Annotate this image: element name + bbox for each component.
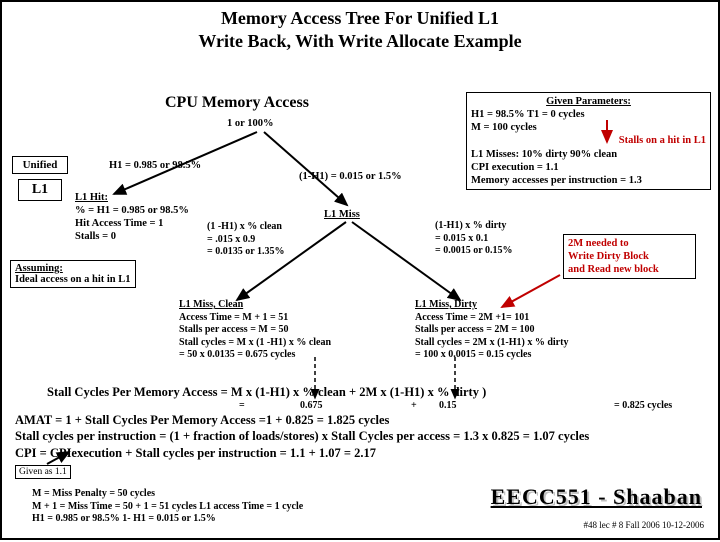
calc-l3: Stall cycles per instruction = (1 + frac…	[15, 428, 589, 444]
miss-dirty-l4: = 100 x 0.0015 = 0.15 cycles	[415, 349, 568, 362]
assuming-box: Assuming: Ideal access on a hit in L1	[10, 260, 136, 288]
calc-res: = 0.825 cycles	[614, 400, 672, 413]
parameters-box: Given Parameters: H1 = 98.5% T1 = 0 cycl…	[466, 92, 711, 190]
miss-dirty-title: L1 Miss, Dirty	[415, 299, 568, 312]
footer-title: EECC551 - Shaaban	[491, 484, 702, 510]
assuming-l2: Ideal access on a hit in L1	[15, 274, 131, 285]
note-2m-box: 2M needed to Write Dirty Block and Read …	[563, 234, 696, 279]
fn-l3: H1 = 0.985 or 98.5% 1- H1 = 0.015 or 1.5…	[32, 513, 303, 526]
calc-l1a: Stall Cycles Per Memory Access = M x (1-…	[47, 384, 486, 400]
miss-dirty-l2: Stalls per access = 2M = 100	[415, 324, 568, 337]
miss-clean-l1: Access Time = M + 1 = 51	[179, 312, 331, 325]
calc-l2: AMAT = 1 + Stall Cycles Per Memory Acces…	[15, 412, 589, 428]
calc-rest: AMAT = 1 + Stall Cycles Per Memory Acces…	[15, 412, 589, 461]
clean-p2: = .015 x 0.9	[207, 234, 284, 247]
miss-clean-block: L1 Miss, Clean Access Time = M + 1 = 51 …	[179, 299, 331, 362]
dirty-branch: (1-H1) x % dirty = 0.015 x 0.1 = 0.0015 …	[435, 220, 512, 258]
miss-clean-l2: Stalls per access = M = 50	[179, 324, 331, 337]
calc-eq: =	[239, 400, 245, 413]
params-mapi: Memory accesses per instruction = 1.3	[471, 174, 706, 187]
calc-block: Stall Cycles Per Memory Access = M x (1-…	[47, 384, 486, 400]
miss-dirty-l1: Access Time = 2M +1= 101	[415, 312, 568, 325]
fn-l1: M = Miss Penalty = 50 cycles	[32, 488, 303, 501]
clean-branch: (1 -H1) x % clean = .015 x 0.9 = 0.0135 …	[207, 221, 284, 259]
hit-l3: Stalls = 0	[75, 230, 189, 243]
params-m: M = 100 cycles	[471, 121, 706, 134]
miss-prob-label: (1-H1) = 0.015 or 1.5%	[299, 170, 402, 183]
page-title-1: Memory Access Tree For Unified L1	[2, 8, 718, 29]
l1-box: L1	[18, 179, 62, 201]
fn-l2: M + 1 = Miss Time = 50 + 1 = 51 cycles L…	[32, 501, 303, 514]
hit-block: L1 Hit: % = H1 = 0.985 or 98.5% Hit Acce…	[75, 191, 189, 244]
assuming-l1: Assuming:	[15, 263, 131, 274]
params-misses: L1 Misses: 10% dirty 90% clean	[471, 148, 706, 161]
miss-dirty-l3: Stall cycles = 2M x (1-H1) x % dirty	[415, 337, 568, 350]
page-title-2: Write Back, With Write Allocate Example	[2, 31, 718, 52]
given-small-box: Given as 1.1	[15, 465, 71, 479]
footnotes: M = Miss Penalty = 50 cycles M + 1 = Mis…	[32, 488, 303, 526]
miss-clean-l3: Stall cycles = M x (1 -H1) x % clean	[179, 337, 331, 350]
root-prob: 1 or 100%	[227, 117, 273, 130]
clean-p3: = 0.0135 or 1.35%	[207, 246, 284, 259]
clean-p1: (1 -H1) x % clean	[207, 221, 284, 234]
params-h1: H1 = 98.5% T1 = 0 cycles	[471, 108, 706, 121]
note2m-l3: and Read new block	[568, 263, 691, 276]
params-stalls: Stalls on a hit in L1	[471, 134, 706, 147]
miss-dirty-block: L1 Miss, Dirty Access Time = 2M +1= 101 …	[415, 299, 568, 362]
cpu-heading: CPU Memory Access	[165, 94, 309, 112]
calc-l4: CPI = CPIexecution + Stall cycles per in…	[15, 445, 589, 461]
calc-v2: 0.15	[439, 400, 457, 413]
miss-clean-title: L1 Miss, Clean	[179, 299, 331, 312]
dirty-p3: = 0.0015 or 0.15%	[435, 245, 512, 258]
params-title: Given Parameters:	[471, 95, 706, 108]
calc-plus: +	[411, 400, 417, 413]
hit-l2: Hit Access Time = 1	[75, 217, 189, 230]
calc-v1: 0.675	[300, 400, 323, 413]
params-cpi: CPI execution = 1.1	[471, 161, 706, 174]
note2m-l2: Write Dirty Block	[568, 250, 691, 263]
dirty-p1: (1-H1) x % dirty	[435, 220, 512, 233]
note2m-l1: 2M needed to	[568, 237, 691, 250]
miss-clean-l4: = 50 x 0.0135 = 0.675 cycles	[179, 349, 331, 362]
dirty-p2: = 0.015 x 0.1	[435, 233, 512, 246]
unified-box: Unified	[12, 156, 68, 174]
hit-title: L1 Hit:	[75, 191, 189, 204]
hit-l1: % = H1 = 0.985 or 98.5%	[75, 204, 189, 217]
h1-label: H1 = 0.985 or 98.5%	[109, 159, 201, 172]
miss-label: L1 Miss	[324, 208, 360, 221]
footer-meta: #48 lec # 8 Fall 2006 10-12-2006	[584, 520, 705, 530]
